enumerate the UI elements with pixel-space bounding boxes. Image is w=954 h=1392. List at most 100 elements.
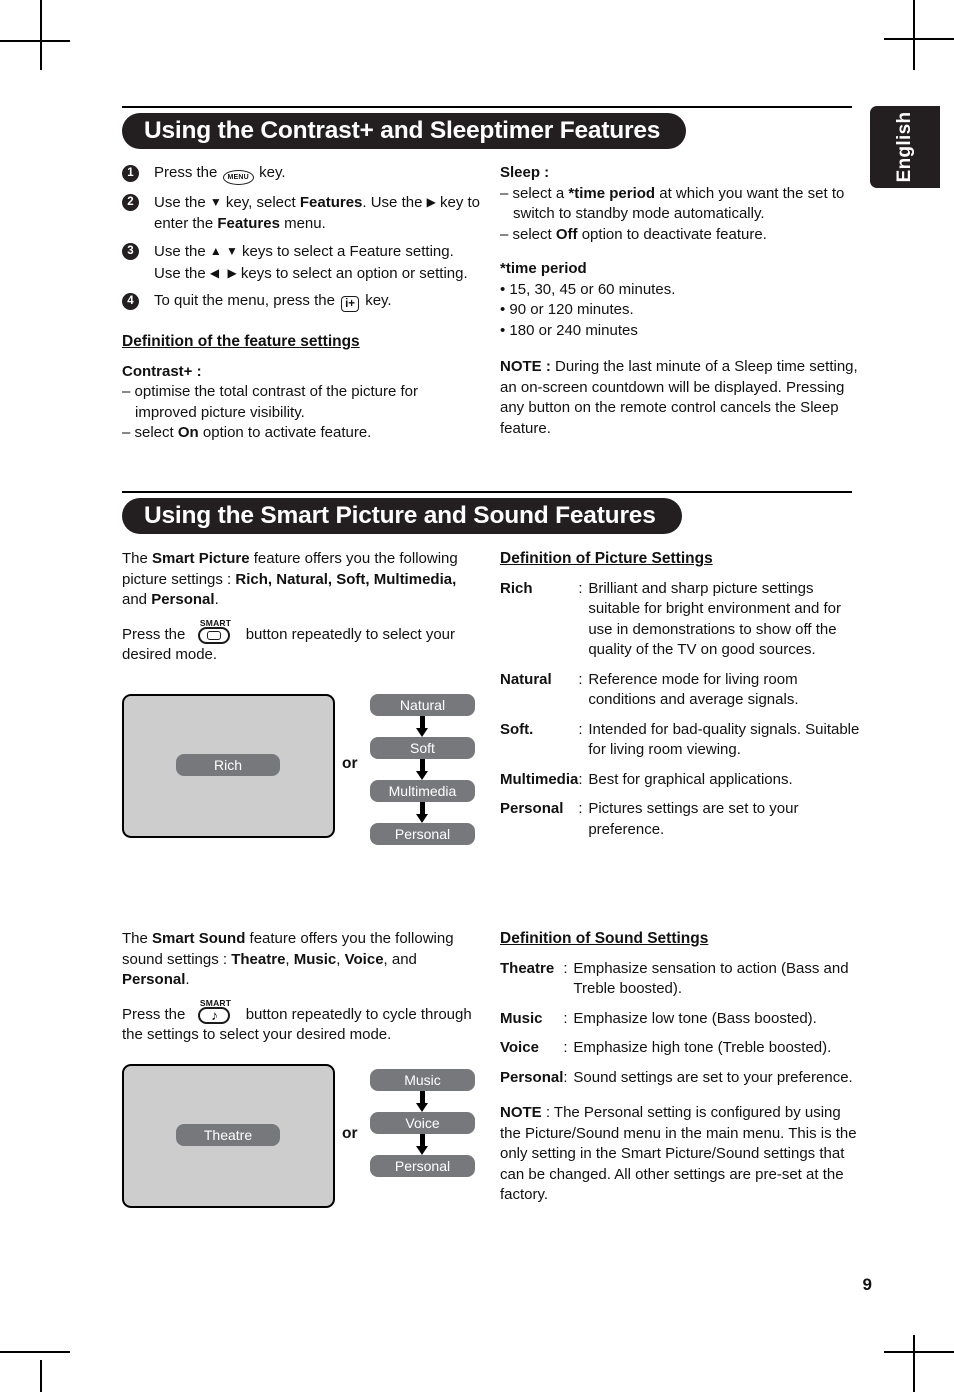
step-item: 1 Press the MENU key.	[122, 163, 482, 185]
definition-term: Soft.	[500, 720, 534, 738]
sound-note: NOTE : The Personal setting is configure…	[500, 1104, 857, 1203]
smart-picture-left-column: The Smart Picture feature offers you the…	[122, 549, 482, 666]
definition-colon: :	[563, 959, 568, 977]
step-number: 1	[122, 165, 139, 182]
section-1-left-column: 1 Press the MENU key. 2 Use the ▼ key, s…	[122, 163, 482, 444]
step-item: 3 Use the ▲ ▼ keys to select a Feature s…	[122, 241, 482, 284]
crop-mark-top-left-h	[0, 40, 70, 42]
definition-colon: :	[578, 800, 583, 817]
press-the-text: Press the	[122, 625, 186, 643]
definition-term: Natural	[500, 670, 552, 688]
language-tab-label: English	[894, 111, 915, 183]
crop-mark-bottom-left-v	[40, 1360, 42, 1392]
definition-term: Multimedia	[500, 770, 579, 788]
sleep-item: – select a *time period at which you wan…	[500, 184, 845, 223]
definition-row: Music : Emphasize low tone (Bass boosted…	[500, 1009, 865, 1039]
crop-mark-bottom-left-h	[0, 1351, 70, 1353]
definition-term: Theatre	[500, 959, 555, 977]
smart-sound-button-icon: SMART ♪	[196, 998, 236, 1025]
definition-description: Emphasize high tone (Treble boosted).	[573, 1039, 832, 1056]
definition-term: Music	[500, 1009, 543, 1027]
smart-sound-diagram: Theatre or Music Voice Personal	[122, 1064, 482, 1212]
step-number: 2	[122, 194, 139, 211]
definition-colon: :	[563, 1009, 568, 1027]
smart-sound-intro: The Smart Sound feature offers you the f…	[122, 930, 454, 988]
picture-settings-definitions: Definition of Picture Settings Rich : Br…	[500, 549, 865, 849]
section-1-rule	[122, 106, 852, 108]
step-text: Use the ▲ ▼ keys to select a Feature set…	[154, 243, 468, 282]
definition-term: Rich	[500, 579, 533, 597]
definition-colon: :	[563, 1068, 568, 1086]
picture-mode-pill: Natural	[370, 694, 475, 716]
time-period-item: • 90 or 120 minutes.	[500, 301, 634, 318]
step-text: Use the ▼ key, select Features. Use the …	[154, 194, 481, 232]
definition-description: Reference mode for living room condition…	[588, 670, 799, 709]
definition-description: Intended for bad-quality signals. Suitab…	[588, 720, 860, 759]
crop-mark-bottom-right-v	[913, 1335, 915, 1392]
definition-colon: :	[578, 670, 583, 688]
sleep-note: NOTE : During the last minute of a Sleep…	[500, 358, 858, 437]
definition-term: Personal	[500, 800, 564, 817]
smart-picture-instruction: Press the SMART button repeatedly to sel…	[122, 618, 482, 666]
manual-page: English Using the Contrast+ and Sleeptim…	[0, 0, 954, 1392]
smart-picture-diagram: Rich or Natural Soft Multimedia Personal	[122, 694, 482, 854]
music-note-icon: ♪	[211, 1006, 219, 1023]
time-period-heading: *time period	[500, 260, 587, 277]
smart-sound-instruction: Press the SMART ♪ button repeatedly to c…	[122, 998, 482, 1046]
section-2-title: Using the Smart Picture and Sound Featur…	[122, 498, 682, 534]
menu-key-icon: MENU	[222, 170, 254, 185]
definition-description: Sound settings are set to your preferenc…	[573, 1068, 853, 1086]
definition-row: Voice : Emphasize high tone (Treble boos…	[500, 1038, 865, 1068]
definition-term: Voice	[500, 1039, 539, 1056]
section-1-right-column: Sleep : – select a *time period at which…	[500, 163, 865, 439]
definition-row: Natural : Reference mode for living room…	[500, 670, 865, 720]
step-text: Press the MENU key.	[154, 164, 286, 185]
crop-mark-top-right-h	[884, 38, 954, 40]
definition-row: Rich : Brilliant and sharp picture setti…	[500, 579, 865, 670]
tv-screen-box: Rich	[122, 694, 335, 838]
contrast-item: – select On option to activate feature.	[122, 424, 372, 441]
sound-mode-pill: Music	[370, 1069, 475, 1091]
step-number: 3	[122, 243, 139, 260]
definition-term: Personal	[500, 1068, 564, 1086]
section-1-title: Using the Contrast+ and Sleeptimer Featu…	[122, 113, 687, 149]
page-number: 9	[862, 1275, 872, 1294]
definition-description: Emphasize sensation to action (Bass and …	[573, 959, 849, 998]
definition-row: Personal : Sound settings are set to you…	[500, 1068, 865, 1098]
press-the-text: Press the	[122, 1005, 186, 1023]
definition-description: Best for graphical applications.	[588, 770, 793, 788]
sound-definitions-table: Theatre : Emphasize sensation to action …	[500, 959, 865, 1098]
definition-row: Multimedia : Best for graphical applicat…	[500, 770, 865, 800]
picture-definitions-heading: Definition of Picture Settings	[500, 550, 713, 567]
crop-mark-top-left-v	[40, 0, 42, 70]
down-arrow-icon	[370, 802, 475, 823]
sound-mode-pill: Voice	[370, 1112, 475, 1134]
step-item: 4 To quit the menu, press the i+ key.	[122, 291, 482, 312]
sleep-item: – select Off option to deactivate featur…	[500, 225, 767, 243]
definition-description: Brilliant and sharp picture settings sui…	[588, 579, 841, 659]
down-arrow-icon	[370, 1091, 475, 1112]
picture-mode-pill: Soft	[370, 737, 475, 759]
down-arrow-icon	[370, 1134, 475, 1155]
sound-mode-chain: Music Voice Personal	[370, 1069, 475, 1177]
definition-row: Theatre : Emphasize sensation to action …	[500, 959, 865, 1009]
language-tab: English	[870, 106, 940, 188]
selected-sound-mode-pill: Theatre	[176, 1124, 280, 1146]
down-arrow-icon	[370, 716, 475, 737]
time-period-item: • 180 or 240 minutes	[500, 321, 638, 339]
smart-sound-left-column: The Smart Sound feature offers you the f…	[122, 929, 482, 1046]
or-label: or	[342, 1125, 358, 1142]
picture-definitions-table: Rich : Brilliant and sharp picture setti…	[500, 579, 865, 850]
steps-list: 1 Press the MENU key. 2 Use the ▼ key, s…	[122, 163, 482, 312]
step-item: 2 Use the ▼ key, select Features. Use th…	[122, 192, 482, 234]
definition-colon: :	[578, 770, 583, 788]
crop-mark-top-right-v	[913, 0, 915, 70]
picture-mode-pill: Personal	[370, 823, 475, 845]
definition-colon: :	[578, 579, 583, 597]
step-text: To quit the menu, press the i+ key.	[154, 292, 392, 312]
crop-mark-bottom-right-h	[884, 1351, 954, 1353]
screen-icon	[206, 630, 221, 640]
sound-definitions-heading: Definition of Sound Settings	[500, 930, 709, 947]
contrast-term: Contrast+ :	[122, 362, 202, 380]
definition-colon: :	[563, 1039, 568, 1056]
